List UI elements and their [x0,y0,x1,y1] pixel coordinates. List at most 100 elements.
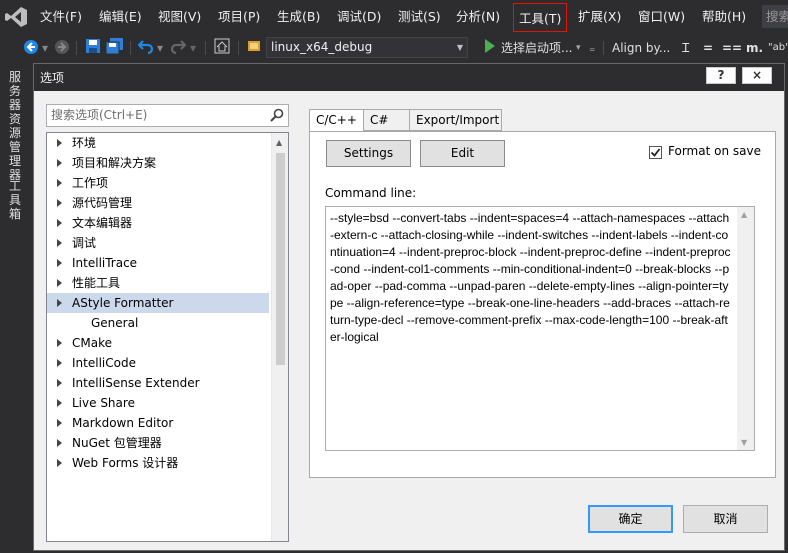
tree-item-label: Markdown Editor [72,416,174,430]
expand-arrow-icon[interactable] [57,399,62,407]
menu-window[interactable]: 窗口(W) [638,0,685,33]
options-dialog: 选项 ? × 搜索选项(Ctrl+E) 环境 项目和解决方案 工作项 源代码管理 文本编… [33,63,785,551]
menu-debug[interactable]: 调试(D) [337,0,381,33]
format-on-save-label[interactable]: Format on save [668,144,761,158]
server-explorer-tab[interactable]: 服务器资源管理器 [8,70,22,182]
tree-item[interactable]: 文本编辑器 [47,213,269,233]
expand-arrow-icon[interactable] [57,459,62,467]
menu-test[interactable]: 测试(S) [398,0,441,33]
expand-arrow-icon[interactable] [57,159,62,167]
ok-button[interactable]: 确定 [588,505,673,533]
tree-item[interactable]: Markdown Editor [47,413,269,433]
tree-item[interactable]: IntelliSense Extender [47,373,269,393]
tab-export-import[interactable]: Export/Import [409,109,502,131]
redo-dropdown-icon[interactable]: ▾ [190,38,196,58]
tree-child-item[interactable]: General [47,313,269,333]
menu-project[interactable]: 项目(P) [218,0,260,33]
scroll-up-icon[interactable]: ▲ [741,210,747,219]
forward-icon[interactable] [53,38,71,58]
tree-scrollbar[interactable]: ▲ [271,133,288,541]
align-equals-icon[interactable]: = [703,38,713,58]
expand-arrow-icon[interactable] [57,219,62,227]
start-item-dropdown[interactable]: 选择启动项... [501,38,572,58]
tree-item-label: 调试 [72,236,97,250]
check-icon [650,148,661,157]
redo-icon[interactable] [170,38,186,58]
tab-csharp[interactable]: C# [363,109,410,131]
expand-arrow-icon[interactable] [57,199,62,207]
undo-icon[interactable] [138,38,154,58]
start-icon[interactable] [484,38,496,58]
tree-item[interactable]: Web Forms 设计器 [47,453,269,473]
options-search-input[interactable]: 搜索选项(Ctrl+E) [46,104,289,127]
configuration-dropdown[interactable]: linux_x64_debug ▼ [266,37,468,58]
expand-arrow-icon[interactable] [57,239,62,247]
tree-item[interactable]: 环境 [47,133,269,153]
toolbar-overflow-icon[interactable]: ₌ [589,38,595,58]
menu-file[interactable]: 文件(F) [40,0,82,33]
command-line-scrollbar[interactable]: ▲ ▼ [737,207,754,450]
expand-arrow-icon[interactable] [57,419,62,427]
align-m-icon[interactable]: m. [746,38,763,58]
scroll-thumb[interactable] [276,153,285,365]
tree-item[interactable]: Live Share [47,393,269,413]
chevron-down-icon: ▼ [456,43,463,52]
close-button[interactable]: × [742,67,772,84]
help-button[interactable]: ? [706,67,736,84]
menu-tools[interactable]: 工具(T) [513,3,568,32]
tree-item[interactable]: 性能工具 [47,273,269,293]
scroll-down-icon[interactable]: ▼ [741,438,747,447]
config-icon [246,38,262,58]
save-icon[interactable] [85,38,101,58]
tree-item[interactable]: 调试 [47,233,269,253]
search-input[interactable]: 搜索 [762,5,788,28]
expand-arrow-icon[interactable] [57,439,62,447]
expand-arrow-icon[interactable] [57,179,62,187]
align-string-icon[interactable]: "ab" [768,38,788,58]
tree-item[interactable]: IntelliCode [47,353,269,373]
tab-cpp[interactable]: C/C++ [309,109,364,132]
dialog-title-bar[interactable]: 选项 ? × [34,64,784,91]
scroll-up-icon[interactable]: ▲ [276,138,282,147]
expand-arrow-icon[interactable] [57,259,62,267]
expand-arrow-icon[interactable] [57,299,62,307]
expand-arrow-icon[interactable] [57,379,62,387]
align-double-equals-icon[interactable]: == [722,38,742,58]
tree-item[interactable]: AStyle Formatter [47,293,269,313]
settings-button[interactable]: Settings [326,140,411,167]
undo-dropdown-icon[interactable]: ▾ [157,38,163,58]
align-by-button[interactable]: Align by... [612,38,670,58]
command-line-textarea[interactable]: --style=bsd --convert-tabs --indent=spac… [325,206,755,451]
tree-item[interactable]: 项目和解决方案 [47,153,269,173]
menu-help[interactable]: 帮助(H) [702,0,746,33]
cancel-button[interactable]: 取消 [683,505,768,533]
menu-analyze[interactable]: 分析(N) [456,0,500,33]
menu-build[interactable]: 生成(B) [277,0,320,33]
edit-button[interactable]: Edit [420,140,505,167]
expand-arrow-icon[interactable] [57,339,62,347]
tree-item[interactable]: CMake [47,333,269,353]
expand-arrow-icon[interactable] [57,139,62,147]
tree-item-label: IntelliSense Extender [72,376,200,390]
home-icon[interactable] [214,38,230,58]
tree-item[interactable]: NuGet 包管理器 [47,433,269,453]
back-dropdown-icon[interactable]: ▾ [42,38,48,58]
command-line-text[interactable]: --style=bsd --convert-tabs --indent=spac… [330,210,732,346]
menu-extensions[interactable]: 扩展(X) [578,0,621,33]
tree-item-label: NuGet 包管理器 [72,436,162,450]
toolbox-tab[interactable]: 工具箱 [8,179,22,221]
options-tree[interactable]: 环境 项目和解决方案 工作项 源代码管理 文本编辑器调试 IntelliTrace 性能工具… [46,132,289,542]
side-tool-strip: 服务器资源管理器 工具箱 [0,62,33,553]
back-icon[interactable] [22,38,40,58]
menu-edit[interactable]: 编辑(E) [99,0,142,33]
text-cursor-icon[interactable]: Ꮖ [682,38,690,58]
format-on-save-checkbox[interactable] [649,146,662,159]
tree-item[interactable]: 工作项 [47,173,269,193]
menu-view[interactable]: 视图(V) [158,0,201,33]
expand-arrow-icon[interactable] [57,359,62,367]
start-dropdown-icon[interactable]: ▾ [576,38,581,58]
expand-arrow-icon[interactable] [57,279,62,287]
tree-item[interactable]: IntelliTrace [47,253,269,273]
tree-item[interactable]: 源代码管理 [47,193,269,213]
save-all-icon[interactable] [106,38,124,58]
